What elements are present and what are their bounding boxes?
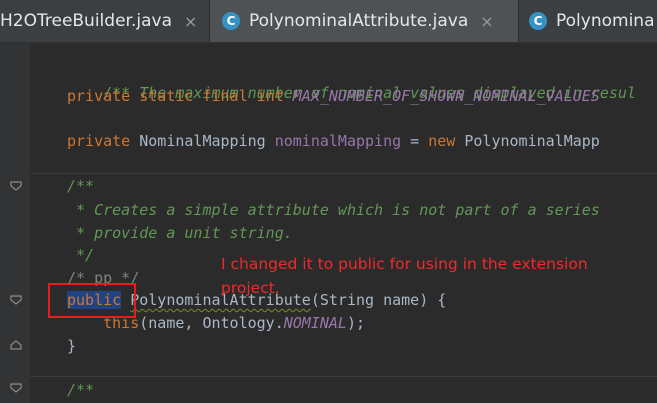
class-icon: C	[222, 12, 240, 30]
editor-tab-bar: H2OTreeBuilder.java × C PolynominalAttri…	[0, 0, 657, 43]
fold-marker-icon[interactable]	[10, 295, 22, 305]
arguments: (name, Ontology.	[139, 314, 284, 332]
comment: * provide a unit string.	[67, 224, 293, 242]
tab-label: H2OTreeBuilder.java	[0, 11, 172, 31]
code-line-1: /** The maximum number of nominal values…	[67, 63, 636, 102]
fold-marker-icon[interactable]	[10, 181, 22, 191]
tab-h2o-tree-builder[interactable]: H2OTreeBuilder.java ×	[0, 0, 208, 42]
code-line-3: private NominalMapping nominalMapping = …	[67, 131, 600, 151]
annotation-text: I changed it to public for using in the …	[221, 255, 588, 297]
type: NominalMapping	[139, 132, 275, 150]
fold-end-marker-icon[interactable]	[10, 340, 22, 350]
fold-marker-icon[interactable]	[10, 383, 22, 393]
keyword: private static final int	[67, 87, 293, 105]
code-line-6: * provide a unit string.	[67, 223, 293, 243]
field: nominalMapping	[274, 132, 402, 150]
code-line-5: * Creates a simple attribute which is no…	[67, 200, 600, 220]
tab-label: Polynomina	[556, 11, 655, 31]
comment: /**	[67, 381, 95, 399]
comment: */	[67, 246, 95, 264]
constant: NOMINAL	[283, 314, 347, 332]
code-line-12: /**	[67, 380, 94, 400]
constant: MAX_NUMBER_OF_SHOWN_NOMINAL_VALUES	[292, 87, 600, 105]
keyword: private	[67, 132, 140, 150]
closing-brace: }	[67, 337, 77, 355]
code-editor[interactable]: /** The maximum number of nominal values…	[30, 43, 657, 403]
close-icon[interactable]: ×	[480, 12, 493, 31]
tab-polynomina[interactable]: C Polynomina	[519, 0, 657, 42]
class-icon: C	[529, 12, 547, 30]
close-icon[interactable]: ×	[184, 12, 197, 31]
code-line-11: }	[67, 336, 76, 356]
code-line-7: */	[67, 245, 94, 265]
code-line-4: /**	[67, 176, 94, 196]
annotation-highlight-box	[48, 283, 136, 318]
tab-label: PolynominalAttribute.java	[249, 11, 469, 31]
code-line-2: private static final int MAX_NUMBER_OF_S…	[67, 86, 600, 106]
editor-gutter	[0, 43, 30, 403]
tab-polynominal-attribute[interactable]: C PolynominalAttribute.java ×	[210, 0, 518, 42]
comment: * Creates a simple attribute which is no…	[67, 201, 600, 219]
comment: /**	[67, 177, 95, 195]
keyword: new	[428, 132, 465, 150]
identifier: PolynominalMapp	[464, 132, 600, 150]
operator: =	[401, 132, 429, 150]
